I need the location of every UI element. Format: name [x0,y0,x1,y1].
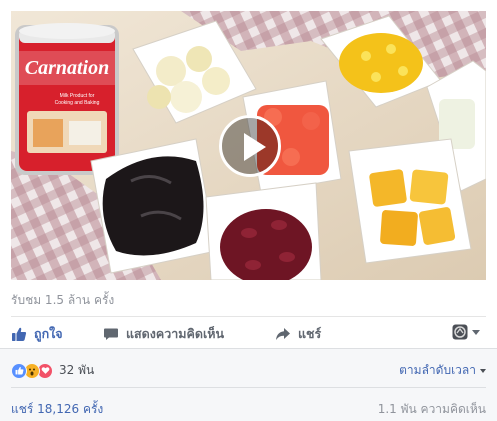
svg-text:Milk Product for: Milk Product for [60,93,95,99]
thumbs-up-icon [11,326,27,342]
action-bar: ถูกใจ แสดงความคิดเห็น แชร์ [11,316,486,348]
caret-down-icon [480,368,486,373]
like-icon [11,362,27,379]
share-label: แชร์ [298,326,322,341]
carnation-can: Carnation Milk Product for Cooking and B… [15,23,119,175]
page-avatar-icon [452,324,468,340]
reactions-summary[interactable]: 32 พัน [11,361,94,380]
svg-text:Cooking and Baking: Cooking and Baking [55,100,100,106]
comment-icon [103,326,119,342]
chevron-down-icon [472,329,480,335]
comment-label: แสดงความคิดเห็น [126,326,225,341]
svg-text:Carnation: Carnation [25,57,109,79]
comment-sort-dropdown[interactable]: ตามลำดับเวลา [399,361,486,380]
divider [11,387,486,388]
comment-button[interactable]: แสดงความคิดเห็น [103,324,224,344]
post-footer: 32 พัน ตามลำดับเวลา แชร์ 18,126 ครั้ง 1.… [0,348,497,421]
share-button[interactable]: แชร์ [275,324,321,344]
like-label: ถูกใจ [34,326,63,341]
sort-label: ตามลำดับเวลา [399,363,476,377]
like-button[interactable]: ถูกใจ [11,324,63,344]
reaction-count: 32 พัน [59,363,95,377]
video-player[interactable]: Carnation Milk Product for Cooking and B… [11,11,486,280]
share-arrow-icon [275,326,291,342]
play-button[interactable] [219,115,281,177]
comments-count-link[interactable]: 1.1 พัน ความคิดเห็น [378,400,486,419]
audience-selector[interactable] [452,324,480,340]
view-count: รับชม 1.5 ล้าน ครั้ง [11,293,115,307]
shares-count-link[interactable]: แชร์ 18,126 ครั้ง [11,400,103,419]
